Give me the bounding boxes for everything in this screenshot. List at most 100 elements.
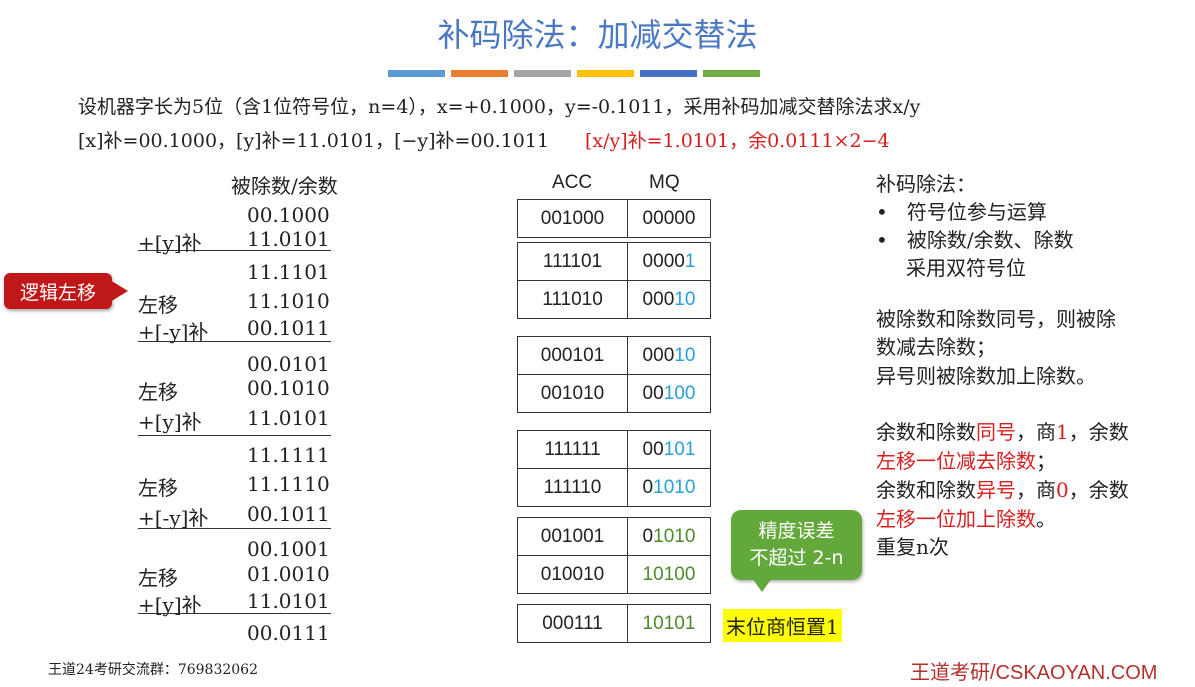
given-values: [x]补=00.1000，[y]补=11.0101，[−y]补=00.1011 [78,126,549,153]
dividend-value: 11.1010 [247,289,330,313]
register-row: 010010 1 0 1 0 0 [518,555,710,593]
precision-line-2: 不超过 2-n [749,547,844,569]
logic-shift-callout: 逻辑左移 [4,273,112,309]
rule-fragment: 余数和除数 [876,478,976,502]
rule-text: 余数和除数同号，商1，余数 [876,418,1129,447]
register-row: 000111 1 0 1 0 1 [518,605,710,642]
page-title: 补码除法：加减交替法 [437,16,758,54]
mq-value: 01010 [642,525,696,547]
color-bar [640,70,697,77]
rule-highlight: 左移一位减去除数 [876,449,1036,473]
precision-bubble: 精度误差 不超过 2-n [731,510,862,580]
operation-label: 左移 [138,566,178,590]
rule-text: 余数和除数异号，商0，余数 [876,476,1129,505]
register-row: 001010 0 0 1 0 0 [518,374,710,412]
rule-text: 数减去除数； [876,335,996,359]
register-row: 111111 0 0 1 0 1 [518,431,710,468]
color-bar [514,70,571,77]
mq-value: 01010 [642,476,696,498]
problem-text: 设机器字长为5位（含1位符号位，n=4），x=+0.1000，y=-0.1011… [78,96,921,118]
dividend-value: 00.1000 [247,203,330,227]
bullet-text: 符号位参与运算 [906,200,1047,224]
dividend-value: 11.0101 [247,406,330,430]
acc-value: 000101 [518,337,628,374]
register-group: 001000 0 0 0 0 0 [517,199,711,238]
acc-value: 111010 [518,281,628,318]
dividend-value: 00.1001 [247,537,330,561]
rule-highlight: 0 [1056,478,1069,502]
mq-label: MQ [649,172,680,193]
rule-fragment: ，商 [1016,420,1056,444]
register-row: 000101 0 0 0 1 0 [518,337,710,374]
acc-value: 111111 [518,431,628,468]
answer-text: [x/y]补=1.0101，余0.0111×2−4 [585,130,890,152]
rule-fragment: 。 [1036,507,1056,531]
rule-fragment: ； [1036,449,1056,473]
mq-value: 00100 [642,382,696,404]
rule-fragment: ，商 [1016,478,1056,502]
color-bar [703,70,760,77]
rule-text: 重复n次 [876,535,949,559]
rule-highlight: 1 [1056,420,1069,444]
acc-label: ACC [552,172,593,193]
acc-value: 001001 [518,518,628,555]
problem-statement: 设机器字长为5位（含1位符号位，n=4），x=+0.1000，y=-0.1011… [78,92,920,119]
color-bar [577,70,634,77]
dividend-value: 00.1010 [247,376,330,400]
rule-highlight: 左移一位加上除数 [876,507,1036,531]
register-group: 001001 0 1 0 1 0 010010 1 0 1 0 0 [517,517,711,594]
dividend-value: 11.0101 [247,227,330,251]
dividend-value: 01.0010 [247,562,330,586]
mq-value: 10100 [642,563,696,585]
bullet-item: • 被除数/余数、除数 [876,228,1074,252]
mq-value: 00101 [642,438,696,460]
footer-group-info: 王道24考研交流群：769832062 [48,662,258,678]
answer: [x/y]补=1.0101，余0.0111×2−4 [585,126,890,153]
rule-heading: 补码除法： [876,172,976,196]
bullet-item: • 符号位参与运算 [876,200,1047,224]
mq-value: 00000 [642,207,696,229]
mq-value: 10101 [642,612,696,634]
dividend-value: 11.0101 [247,589,330,613]
register-row: 111110 0 1 0 1 0 [518,468,710,506]
dividend-value: 11.1111 [247,443,330,467]
rule-fragment: ，余数 [1068,478,1129,502]
sum-line [138,528,331,529]
dividend-header: 被除数/余数 [231,174,338,198]
operation-label: +[y]补 [138,410,202,434]
callout-pointer [110,280,128,302]
rule-text: 异号则被除数加上除数。 [876,364,1096,388]
acc-value: 001010 [518,375,628,412]
footer-brand: 王道考研/CSKAOYAN.COM [910,662,1158,684]
rule-text: 左移一位加上除数。 [876,505,1056,534]
register-row: 111101 0 0 0 0 1 [518,243,710,280]
operation-label: 左移 [138,380,178,404]
operation-label: +[y]补 [138,231,202,255]
dividend-value: 11.1110 [247,472,330,496]
color-bar [451,70,508,77]
acc-value: 111101 [518,243,628,280]
acc-value: 000111 [518,605,628,642]
rule-highlight: 同号 [976,420,1016,444]
acc-value: 010010 [518,556,628,593]
rule-text: 左移一位减去除数； [876,447,1056,476]
acc-value: 001000 [518,200,628,237]
dividend-value: 00.0101 [247,352,330,376]
register-group: 000101 0 0 0 1 0 001010 0 0 1 0 0 [517,336,711,413]
color-bar [388,70,445,77]
bullet-continuation: 采用双符号位 [906,256,1026,280]
last-bit-note: 末位商恒置1 [723,609,842,642]
precision-line-1: 精度误差 [758,520,835,542]
operation-label: +[-y]补 [138,506,209,530]
acc-value: 111110 [518,469,628,506]
sum-line [138,613,331,614]
rule-fragment: ，余数 [1068,420,1129,444]
register-group: 000111 1 0 1 0 1 [517,604,711,643]
mq-value: 00010 [642,288,696,310]
dividend-value: 00.1011 [247,316,330,340]
register-row: 001001 0 1 0 1 0 [518,518,710,555]
mq-value: 00001 [642,250,696,272]
register-group: 111111 0 0 1 0 1 111110 0 1 0 1 0 [517,430,711,507]
register-group: 111101 0 0 0 0 1 111010 0 0 0 1 0 [517,242,711,319]
dividend-value: 00.1011 [247,502,330,526]
